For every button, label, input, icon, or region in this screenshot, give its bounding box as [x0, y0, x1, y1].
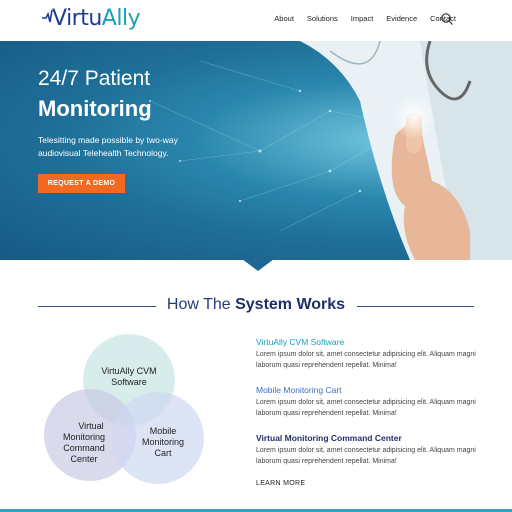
- venn-label-left-1: Virtual: [78, 421, 103, 431]
- main-nav: About Solutions Impact Evidence Contact: [261, 14, 456, 23]
- venn-label-left-3: Command: [63, 443, 105, 453]
- feature-title[interactable]: Mobile Monitoring Cart: [256, 385, 476, 395]
- search-icon[interactable]: [440, 12, 454, 26]
- hero-notch-arrow: [242, 259, 274, 271]
- feature-body: Lorem ipsum dolor sit, amet consectetur …: [256, 447, 476, 465]
- logo-text-ally: Ally: [101, 6, 141, 31]
- system-venn-diagram: VirtuAlly CVM Software Virtual Monitorin…: [44, 334, 204, 484]
- feature-command-center: Virtual Monitoring Command Center Lorem …: [256, 433, 476, 467]
- feature-title[interactable]: VirtuAlly CVM Software: [256, 337, 476, 347]
- nav-solutions[interactable]: Solutions: [307, 14, 338, 23]
- feature-body: Lorem ipsum dolor sit, amet consectetur …: [256, 399, 476, 417]
- site-header: VirtuAlly About Solutions Impact Evidenc…: [0, 0, 512, 41]
- venn-label-left-2: Monitoring: [63, 432, 105, 442]
- nav-impact[interactable]: Impact: [351, 14, 374, 23]
- venn-label-top-2: Software: [111, 377, 147, 387]
- nav-evidence[interactable]: Evidence: [386, 14, 417, 23]
- venn-label-right-3: Cart: [154, 448, 172, 458]
- section-title-light: How The: [166, 296, 236, 313]
- virtually-logo[interactable]: VirtuAlly: [42, 4, 152, 36]
- hero-subtitle: Telesitting made possible by two-way aud…: [38, 135, 178, 158]
- feature-body: Lorem ipsum dolor sit, amet consectetur …: [256, 351, 476, 369]
- venn-label-top-1: VirtuAlly CVM: [101, 366, 156, 376]
- nav-about[interactable]: About: [274, 14, 294, 23]
- hero-banner: 24/7 Patient Monitoring Telesitting made…: [0, 41, 512, 260]
- venn-label-right-2: Monitoring: [142, 437, 184, 447]
- section-title: How The System Works: [0, 296, 512, 314]
- logo-text-virtu: Virtu: [52, 6, 102, 31]
- section-title-bold: System Works: [235, 296, 346, 313]
- venn-label-left-4: Center: [70, 454, 97, 464]
- feature-cvm-software: VirtuAlly CVM Software Lorem ipsum dolor…: [256, 337, 476, 371]
- learn-more-link[interactable]: LEARN MORE: [256, 480, 305, 487]
- venn-label-right-1: Mobile: [150, 426, 177, 436]
- feature-mobile-cart: Mobile Monitoring Cart Lorem ipsum dolor…: [256, 385, 476, 419]
- hero-title-line1: 24/7 Patient: [38, 67, 151, 90]
- divider-right: [357, 306, 474, 307]
- feature-title[interactable]: Virtual Monitoring Command Center: [256, 433, 476, 443]
- request-demo-button[interactable]: REQUEST A DEMO: [38, 174, 125, 193]
- hero-title-line2: Monitoring: [38, 96, 152, 121]
